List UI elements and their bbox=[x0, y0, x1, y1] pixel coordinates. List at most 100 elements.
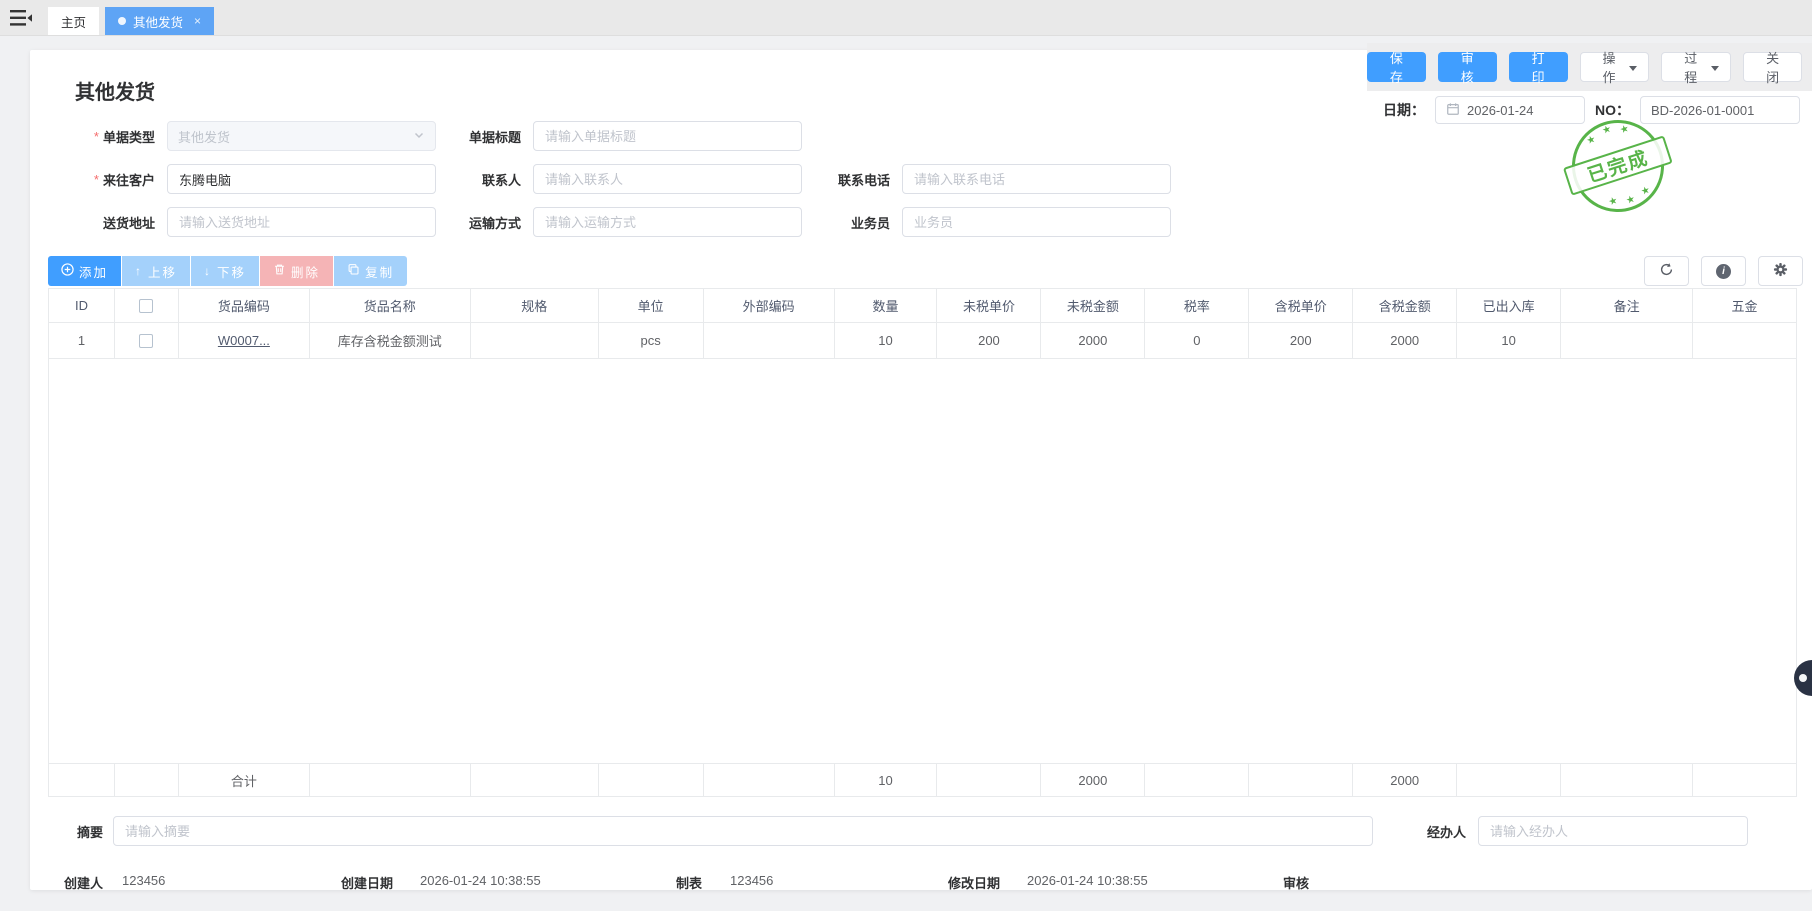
operation-dropdown-label: 操作 bbox=[1595, 48, 1627, 86]
copy-row-button[interactable]: 复制 bbox=[334, 256, 407, 286]
tab-status-dot-icon bbox=[118, 17, 126, 25]
summary-input[interactable] bbox=[113, 816, 1373, 846]
address-input[interactable] bbox=[167, 207, 436, 237]
cell-remark bbox=[1561, 323, 1693, 358]
date-label: 日期： bbox=[1383, 100, 1425, 120]
cell-unit: pcs bbox=[599, 323, 704, 358]
total-cell bbox=[1145, 764, 1249, 796]
total-cell bbox=[1249, 764, 1353, 796]
refresh-button[interactable] bbox=[1644, 256, 1689, 286]
chevron-down-icon bbox=[413, 129, 425, 144]
transport-input[interactable] bbox=[533, 207, 802, 237]
tab-other-shipment-label: 其他发货 bbox=[133, 12, 183, 31]
close-button[interactable]: 关闭 bbox=[1743, 52, 1802, 82]
tab-other-shipment[interactable]: 其他发货 × bbox=[105, 7, 214, 35]
column-header-price-ex: 未税单价 bbox=[937, 289, 1041, 322]
total-cell bbox=[937, 764, 1041, 796]
customer-input[interactable] bbox=[167, 164, 436, 194]
summary-row: 摘要 经办人 bbox=[48, 816, 1812, 846]
table-row[interactable]: 1 W0007... 库存含税金额测试 pcs 10 200 2000 0 20… bbox=[49, 323, 1796, 359]
app-window: 主页 其他发货 × 保存 审核 打印 操作 过程 关闭 日期： bbox=[0, 0, 1812, 911]
info-icon: i bbox=[1716, 264, 1731, 279]
product-code-link[interactable]: W0007... bbox=[218, 333, 270, 348]
trash-icon bbox=[273, 263, 286, 279]
tabulator-label: 制表 bbox=[676, 873, 702, 892]
cell-tax-rate: 0 bbox=[1145, 323, 1249, 358]
creator-label: 创建人 bbox=[64, 873, 103, 892]
select-all-checkbox[interactable] bbox=[139, 299, 153, 313]
table-empty-area bbox=[49, 359, 1796, 763]
circle-plus-icon bbox=[61, 263, 74, 279]
cell-amount-inc: 2000 bbox=[1353, 323, 1457, 358]
refresh-icon bbox=[1659, 262, 1674, 280]
total-cell bbox=[471, 764, 599, 796]
phone-label: 联系电话 bbox=[802, 170, 890, 189]
form-row: 送货地址 运输方式 业务员 bbox=[75, 207, 1812, 237]
delete-row-button[interactable]: 删除 bbox=[260, 256, 333, 286]
date-input[interactable]: 2026-01-24 bbox=[1435, 96, 1585, 124]
menu-toggle-icon[interactable] bbox=[10, 9, 32, 27]
cell-name: 库存含税金额测试 bbox=[310, 323, 471, 358]
column-header-amount-inc: 含税金额 bbox=[1353, 289, 1457, 322]
form-row: *单据类型 其他发货 单据标题 bbox=[75, 121, 1812, 151]
created-value: 2026-01-24 10:38:55 bbox=[420, 873, 541, 888]
info-button[interactable]: i bbox=[1701, 256, 1746, 286]
move-up-button[interactable]: ↑ 上移 bbox=[122, 256, 190, 286]
doc-type-select[interactable]: 其他发货 bbox=[167, 121, 436, 151]
document-no-value: BD-2026-01-0001 bbox=[1651, 103, 1754, 118]
total-cell bbox=[1693, 764, 1796, 796]
process-dropdown[interactable]: 过程 bbox=[1661, 52, 1731, 82]
tab-home[interactable]: 主页 bbox=[48, 7, 99, 35]
form-row: *来往客户 联系人 联系电话 bbox=[75, 164, 1812, 194]
chevron-down-icon bbox=[1711, 66, 1719, 75]
cell-qty: 10 bbox=[835, 323, 938, 358]
print-button[interactable]: 打印 bbox=[1509, 52, 1568, 82]
cell-ext-code bbox=[704, 323, 835, 358]
copy-icon bbox=[347, 263, 360, 279]
total-cell bbox=[1561, 764, 1693, 796]
total-amount-inc: 2000 bbox=[1353, 764, 1457, 796]
chevron-down-icon bbox=[1629, 66, 1637, 75]
grid-toolbar: 添加 ↑ 上移 ↓ 下移 删除 复制 bbox=[48, 256, 1812, 286]
modified-label: 修改日期 bbox=[948, 873, 1000, 892]
handler-input[interactable] bbox=[1478, 816, 1748, 846]
column-header-code: 货品编码 bbox=[179, 289, 310, 322]
save-button[interactable]: 保存 bbox=[1367, 52, 1426, 82]
operation-dropdown[interactable]: 操作 bbox=[1580, 52, 1650, 82]
salesman-input[interactable] bbox=[902, 207, 1171, 237]
items-table: ID 货品编码 货品名称 规格 单位 外部编码 数量 未税单价 未税金额 税率 … bbox=[48, 288, 1797, 797]
transport-label: 运输方式 bbox=[436, 213, 521, 232]
total-cell bbox=[599, 764, 704, 796]
document-card: 保存 审核 打印 操作 过程 关闭 日期： 2026-01-24 NO： bbox=[30, 50, 1812, 890]
column-header-price-inc: 含税单价 bbox=[1249, 289, 1353, 322]
document-meta: 日期： 2026-01-24 NO： BD-2026-01-0001 bbox=[1383, 96, 1800, 124]
phone-input[interactable] bbox=[902, 164, 1171, 194]
salesman-label: 业务员 bbox=[802, 213, 890, 232]
cell-spec bbox=[471, 323, 599, 358]
cell-price-ex: 200 bbox=[937, 323, 1041, 358]
document-no-label: NO： bbox=[1595, 100, 1630, 120]
move-down-button[interactable]: ↓ 下移 bbox=[191, 256, 259, 286]
doc-type-value: 其他发货 bbox=[178, 127, 230, 146]
tab-home-label: 主页 bbox=[61, 12, 86, 31]
total-cell bbox=[1457, 764, 1561, 796]
created-label: 创建日期 bbox=[341, 873, 393, 892]
tabulator-value: 123456 bbox=[730, 873, 773, 888]
audit-label: 审核 bbox=[1283, 873, 1309, 892]
column-header-id: ID bbox=[49, 289, 115, 322]
customer-label: *来往客户 bbox=[75, 170, 155, 189]
settings-button[interactable] bbox=[1758, 256, 1803, 286]
tab-close-icon[interactable]: × bbox=[194, 14, 201, 28]
document-no-input[interactable]: BD-2026-01-0001 bbox=[1640, 96, 1800, 124]
star-icon: ★ bbox=[1625, 194, 1637, 207]
modified-value: 2026-01-24 10:38:55 bbox=[1027, 873, 1148, 888]
cell-shipped: 10 bbox=[1457, 323, 1561, 358]
calendar-icon bbox=[1446, 102, 1460, 119]
column-header-ext-code: 外部编码 bbox=[704, 289, 835, 322]
audit-button[interactable]: 审核 bbox=[1438, 52, 1497, 82]
add-row-button[interactable]: 添加 bbox=[48, 256, 121, 286]
doc-title-input[interactable] bbox=[533, 121, 802, 151]
row-checkbox[interactable] bbox=[139, 334, 153, 348]
gear-icon bbox=[1773, 262, 1788, 280]
contact-input[interactable] bbox=[533, 164, 802, 194]
